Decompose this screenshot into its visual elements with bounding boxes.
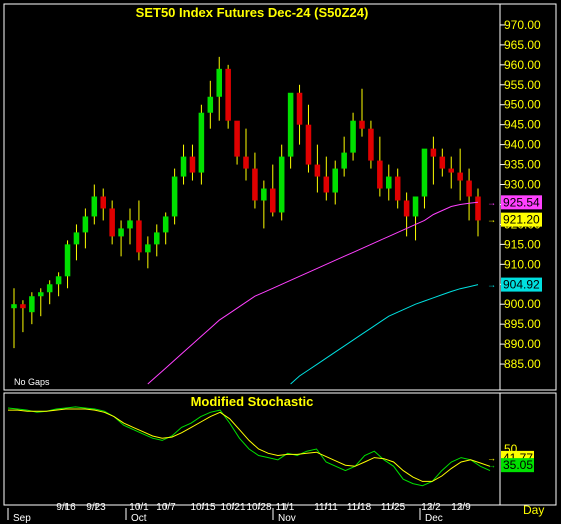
x-tick-label: 11/11 bbox=[314, 502, 338, 513]
candle-body bbox=[466, 180, 472, 197]
candle-body bbox=[261, 188, 267, 201]
candle-body bbox=[162, 216, 169, 233]
candle-body bbox=[55, 276, 62, 285]
price-label-text: 925.54 bbox=[503, 195, 540, 209]
y-tick-label: 960.00 bbox=[504, 58, 541, 72]
x-tick-label: 9/23 bbox=[86, 502, 106, 513]
month-tick-label: Nov bbox=[278, 513, 296, 524]
candle-body bbox=[91, 196, 98, 217]
x-tick-label: 9/16 bbox=[56, 502, 76, 513]
y-tick-label: 915.00 bbox=[504, 237, 541, 251]
candle-body bbox=[412, 196, 419, 217]
candle-body bbox=[439, 156, 446, 169]
candle-body bbox=[127, 220, 133, 229]
candle-body bbox=[421, 148, 428, 197]
candle-body bbox=[430, 148, 437, 157]
candle-body bbox=[29, 296, 35, 313]
candle-body bbox=[82, 216, 89, 233]
candle-body bbox=[180, 156, 187, 177]
candle-body bbox=[314, 164, 321, 177]
candle-body bbox=[171, 176, 178, 217]
candle-body bbox=[457, 172, 463, 181]
candle-body bbox=[20, 304, 26, 309]
candle-body bbox=[350, 120, 356, 153]
x-tick-label: 12/9 bbox=[451, 502, 471, 513]
x-unit-label: Day bbox=[523, 503, 544, 517]
y-tick-label: 935.00 bbox=[504, 158, 541, 172]
month-tick-label: Oct bbox=[131, 513, 147, 524]
candle-body bbox=[198, 112, 205, 173]
candle-body bbox=[332, 168, 338, 193]
candle-body bbox=[394, 176, 401, 201]
candle-body bbox=[136, 220, 142, 253]
candle-body bbox=[403, 200, 410, 217]
x-tick-label: 11/18 bbox=[347, 502, 372, 513]
x-tick-label: 12/2 bbox=[421, 502, 441, 513]
x-tick-label: 10/21 bbox=[220, 502, 245, 513]
candle-body bbox=[109, 208, 115, 237]
candle-body bbox=[296, 92, 303, 125]
y-tick-label: 940.00 bbox=[504, 138, 541, 152]
candle-body bbox=[287, 92, 294, 157]
y-tick-label: 910.00 bbox=[504, 257, 541, 271]
candle-body bbox=[225, 68, 231, 121]
candle-body bbox=[118, 228, 124, 237]
candle-body bbox=[368, 128, 374, 161]
stochastic-title: Modified Stochastic bbox=[191, 394, 314, 409]
candle-body bbox=[448, 168, 454, 173]
y-tick-label: 955.00 bbox=[504, 78, 541, 92]
candle-body bbox=[243, 156, 249, 169]
x-tick-label: 10/15 bbox=[190, 502, 215, 513]
candle-body bbox=[252, 168, 258, 201]
y-tick-label: 885.00 bbox=[504, 357, 541, 371]
y-tick-label: 950.00 bbox=[504, 98, 541, 112]
candle-body bbox=[305, 124, 312, 165]
y-tick-label: 930.00 bbox=[504, 178, 541, 192]
chart-svg: SET50 Index Futures Dec-24 (S50Z24) No G… bbox=[0, 0, 561, 524]
candle-body bbox=[323, 176, 330, 193]
x-tick-label: 10/28 bbox=[246, 502, 271, 513]
x-tick-label: 10/1 bbox=[129, 502, 149, 513]
y-tick-label: 970.00 bbox=[504, 18, 541, 32]
candle-body bbox=[100, 196, 106, 209]
candle-body bbox=[189, 156, 196, 173]
background bbox=[0, 0, 561, 524]
candle-body bbox=[38, 292, 44, 297]
y-tick-label: 895.00 bbox=[504, 317, 541, 331]
x-tick-label: 11/25 bbox=[381, 502, 406, 513]
price-label-text: 904.92 bbox=[503, 278, 540, 292]
candle-body bbox=[359, 120, 365, 129]
month-tick-label: Sep bbox=[13, 513, 31, 524]
price-arrow-icon: → bbox=[487, 197, 496, 207]
candle-body bbox=[216, 68, 222, 97]
candle-body bbox=[64, 244, 71, 277]
candle-body bbox=[207, 96, 214, 113]
candle-body bbox=[270, 188, 276, 213]
candle-body bbox=[341, 152, 347, 169]
x-tick-label: 10/7 bbox=[156, 502, 176, 513]
candle-body bbox=[73, 232, 80, 245]
candle-body bbox=[386, 176, 392, 189]
chart-title: SET50 Index Futures Dec-24 (S50Z24) bbox=[136, 5, 369, 20]
candle-body bbox=[278, 156, 285, 213]
stochastic-label-text: 35.05 bbox=[503, 458, 533, 472]
price-label-text: 921.20 bbox=[503, 213, 540, 227]
price-arrow-icon: → bbox=[487, 280, 496, 290]
month-tick-label: Dec bbox=[425, 513, 443, 524]
candle-body bbox=[145, 244, 151, 253]
y-tick-label: 965.00 bbox=[504, 38, 541, 52]
price-arrow-icon: → bbox=[487, 215, 496, 225]
candle-body bbox=[234, 120, 240, 157]
no-gaps-note: No Gaps bbox=[14, 377, 50, 387]
candle-body bbox=[154, 232, 160, 245]
stochastic-arrow-icon: → bbox=[487, 460, 496, 470]
y-tick-label: 945.00 bbox=[504, 118, 541, 132]
x-tick-label: 11/1 bbox=[276, 502, 295, 513]
y-tick-label: 890.00 bbox=[504, 337, 541, 351]
y-tick-label: 900.00 bbox=[504, 297, 541, 311]
candle-body bbox=[46, 284, 53, 293]
candle-body bbox=[475, 196, 481, 221]
candle-body bbox=[11, 304, 17, 309]
candle-body bbox=[377, 160, 383, 189]
